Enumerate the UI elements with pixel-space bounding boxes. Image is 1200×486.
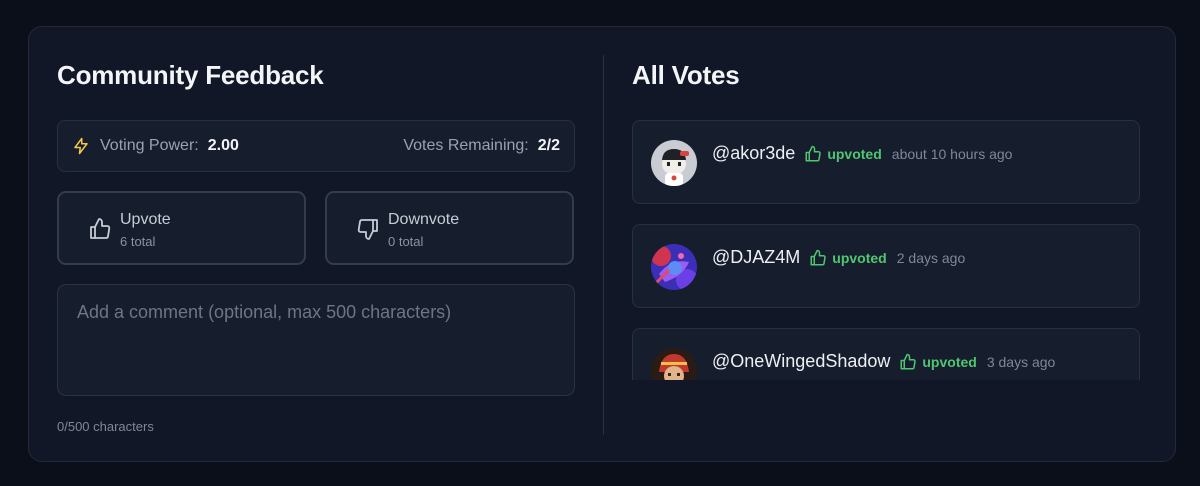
upvote-total: 6 total [120, 234, 156, 249]
downvote-total: 0 total [388, 234, 424, 249]
lightning-icon [72, 137, 90, 155]
thumbs-up-icon [899, 353, 917, 371]
downvote-label: Downvote [388, 211, 460, 228]
vote-username[interactable]: @OneWingedShadow [712, 351, 890, 372]
vote-username[interactable]: @akor3de [712, 143, 795, 164]
vote-time: about 10 hours ago [891, 145, 1013, 162]
upvote-button[interactable]: Upvote 6 total [57, 191, 306, 265]
vote-status: upvoted [899, 353, 977, 371]
upvote-label: Upvote [120, 211, 171, 228]
voting-power-label: Voting Power: [100, 137, 199, 154]
thumbs-down-icon [356, 217, 380, 241]
voting-power-value: 2.00 [207, 137, 239, 154]
vote-time: 3 days ago [986, 353, 1056, 370]
all-votes-panel: All Votes @akor3de upvoted about 10 hour… [632, 27, 1142, 461]
thumbs-up-icon [804, 145, 822, 163]
vote-meta: @DJAZ4M upvoted 2 days ago [712, 247, 965, 268]
vote-item: @akor3de upvoted about 10 hours ago [632, 120, 1140, 204]
thumbs-up-icon [88, 217, 112, 241]
vote-item: @OneWingedShadow upvoted 3 days ago [632, 328, 1140, 380]
thumbs-up-icon [809, 249, 827, 267]
vote-meta: @akor3de upvoted about 10 hours ago [712, 143, 1012, 164]
all-votes-title: All Votes [632, 60, 740, 90]
avatar-akor3de[interactable] [651, 140, 697, 186]
vote-status-label: upvoted [827, 145, 882, 162]
vote-item: @DJAZ4M upvoted 2 days ago [632, 224, 1140, 308]
feedback-panel: Community Feedback Voting Power: 2.00 Vo… [57, 27, 575, 461]
votes-remaining-label: Votes Remaining: [403, 137, 529, 154]
avatar-onewingedshadow[interactable] [651, 348, 697, 380]
votes-list[interactable]: @akor3de upvoted about 10 hours ago @DJA… [632, 120, 1142, 380]
votes-remaining-value: 2/2 [537, 137, 560, 154]
avatar-djaz4m[interactable] [651, 244, 697, 290]
downvote-button[interactable]: Downvote 0 total [325, 191, 574, 265]
vote-status: upvoted [809, 249, 887, 267]
feedback-title: Community Feedback [57, 60, 324, 90]
vote-status-label: upvoted [922, 353, 977, 370]
community-feedback-card: Community Feedback Voting Power: 2.00 Vo… [28, 26, 1176, 462]
panel-divider [603, 55, 604, 435]
vote-meta: @OneWingedShadow upvoted 3 days ago [712, 351, 1055, 372]
vote-status: upvoted [804, 145, 882, 163]
voting-power-box: Voting Power: 2.00 Votes Remaining: 2/2 [57, 120, 575, 172]
vote-time: 2 days ago [896, 249, 966, 266]
char-count: 0/500 characters [57, 419, 154, 434]
comment-input[interactable] [57, 284, 575, 396]
vote-username[interactable]: @DJAZ4M [712, 247, 800, 268]
vote-status-label: upvoted [832, 249, 887, 266]
